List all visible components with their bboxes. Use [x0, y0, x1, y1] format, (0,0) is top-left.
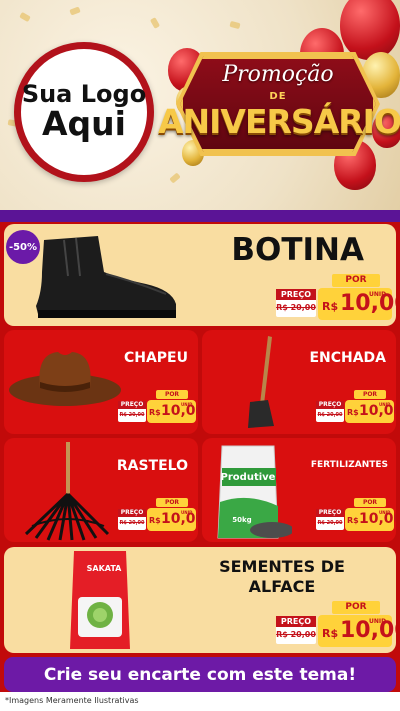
- promo-title-line2: DE: [269, 91, 287, 102]
- price-tag: POR PREÇO R$ 20,00 R$ 10,00 UNID: [118, 498, 198, 532]
- old-price-box: PREÇO R$ 20,00: [276, 289, 316, 317]
- product-name: CHAPEU: [123, 350, 188, 366]
- product-name: BOTINA: [231, 232, 364, 268]
- header-banner: Sua Logo Aqui Promoção DE ANIVERSÁRIO: [0, 0, 400, 210]
- price-tag: POR PREÇO R$ 20,00 R$ 10,00 UNID: [316, 498, 396, 532]
- hoe-icon: [248, 336, 274, 428]
- confetti: [149, 17, 161, 29]
- product-card-fertilizantes[interactable]: Produtive 50kg FERTILIZANTES POR PREÇO R…: [202, 438, 396, 542]
- divider-bar: [0, 210, 400, 222]
- logo-text-line2: Aqui: [42, 104, 126, 144]
- por-label: POR: [332, 274, 380, 287]
- product-card-sementes[interactable]: SAKATA SEMENTES DE ALFACE POR PREÇO R$ 2…: [4, 547, 396, 653]
- price-tag: POR PREÇO R$ 20,00 R$ 10,00 UNID: [276, 274, 396, 320]
- promo-title-line1: Promoção: [222, 62, 334, 87]
- new-price: R$ 10,00 UNID: [318, 288, 396, 320]
- preco-label: PREÇO: [276, 289, 316, 300]
- product-name-line2: ALFACE: [248, 577, 316, 596]
- confetti: [229, 20, 241, 30]
- new-price: R$ 10,00 UNID: [318, 615, 396, 647]
- old-price-box: PREÇO R$ 20,00: [118, 401, 146, 422]
- confetti: [169, 172, 181, 184]
- discount-badge: -50%: [6, 230, 40, 264]
- por-label: POR: [156, 390, 188, 399]
- seed-packet-icon: SAKATA: [70, 551, 130, 649]
- price-tag: POR PREÇO R$ 20,00 R$ 10,00 UNID: [316, 390, 396, 424]
- product-name: ENCHADA: [309, 350, 386, 366]
- bag-weight: 50kg: [232, 516, 251, 524]
- product-name: SEMENTES DE ALFACE: [204, 557, 360, 597]
- price-tag: POR PREÇO R$ 20,00 R$ 10,00 UNID: [118, 390, 198, 424]
- product-card-rastelo[interactable]: RASTELO POR PREÇO R$ 20,00 R$ 10,00 UNID: [4, 438, 198, 542]
- fertilizer-bag-icon: Produtive 50kg: [217, 445, 292, 539]
- new-price: R$ 10,00 UNID: [345, 508, 396, 531]
- disclaimer-text: *Imagens Meramente Ilustrativas: [5, 696, 139, 705]
- product-name: RASTELO: [116, 458, 188, 474]
- rake-icon: [24, 442, 110, 541]
- boot-icon: [36, 236, 176, 318]
- promo-title-line3: ANIVERSÁRIO: [158, 102, 400, 141]
- product-card-enchada[interactable]: ENCHADA POR PREÇO R$ 20,00 R$ 10,00 UNID: [202, 330, 396, 434]
- logo-placeholder: Sua Logo Aqui: [14, 42, 154, 182]
- product-card-botina[interactable]: BOTINA POR PREÇO R$ 20,00 R$ 10,00 UNID: [4, 224, 396, 326]
- product-name: FERTILIZANTES: [310, 460, 388, 470]
- new-price: R$ 10,00 UNID: [147, 400, 198, 423]
- create-flyer-button[interactable]: Crie seu encarte com este tema!: [4, 657, 396, 692]
- price-tag: POR PREÇO R$ 20,00 R$ 10,00 UNID: [276, 601, 396, 647]
- product-name-line1: SEMENTES DE: [219, 557, 345, 576]
- confetti: [19, 11, 31, 23]
- bag-brand: Produtive: [221, 472, 276, 483]
- new-price: R$ 10,00 UNID: [345, 400, 396, 423]
- old-price: R$ 20,00: [276, 303, 316, 312]
- footer: *Imagens Meramente Ilustrativas: [0, 692, 400, 711]
- packet-brand: SAKATA: [87, 564, 123, 573]
- new-price: R$ 10,00 UNID: [147, 508, 198, 531]
- confetti: [69, 6, 81, 16]
- promo-sign: Promoção DE ANIVERSÁRIO: [158, 48, 400, 160]
- product-card-chapeu[interactable]: CHAPEU POR PREÇO R$ 20,00 R$ 10,00 UNID: [4, 330, 198, 434]
